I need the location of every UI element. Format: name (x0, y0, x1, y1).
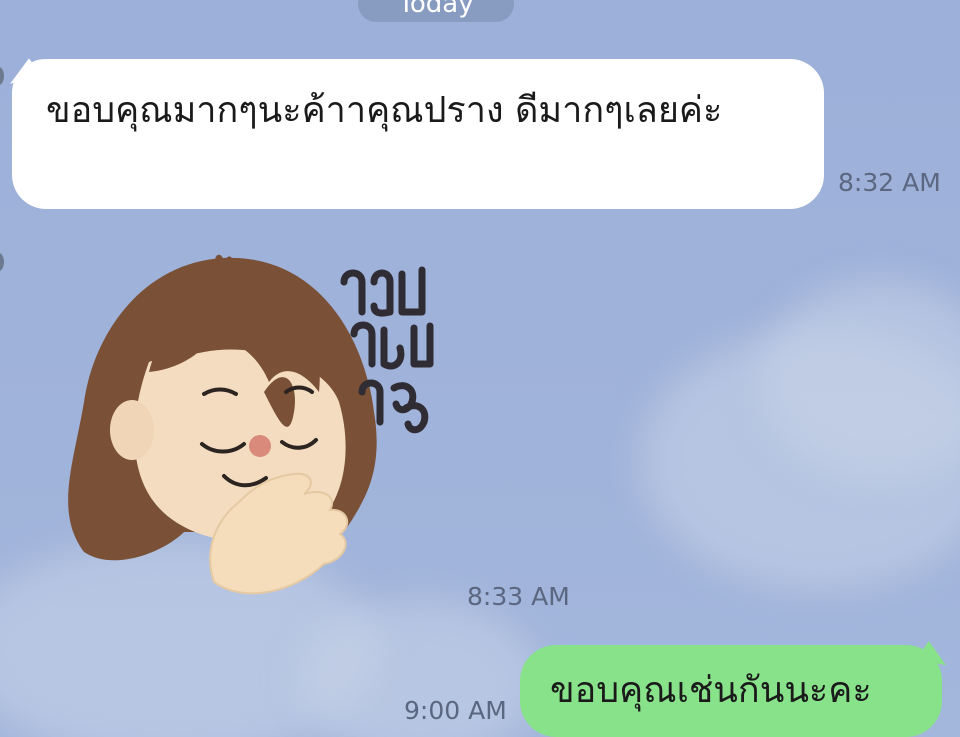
incoming-message-bubble[interactable]: ขอบคุณมากๆนะค้าาคุณปราง ดีมากๆเลยค่ะ (4, 58, 824, 209)
message-text: ขอบคุณมากๆนะค้าาคุณปราง ดีมากๆเลยค่ะ (46, 90, 723, 131)
message-timestamp: 9:00 AM (404, 696, 507, 725)
outgoing-message-bubble[interactable]: ขอบคุณเช่นกันนะคะ (520, 640, 952, 737)
message-timestamp: 8:32 AM (838, 168, 941, 197)
message-text: ขอบคุณเช่นกันนะคะ (550, 670, 872, 711)
message-timestamp: 8:33 AM (467, 582, 570, 611)
sticker-message[interactable] (54, 252, 474, 612)
date-separator: Today (358, 0, 514, 22)
girl-thank-you-sticker-icon (68, 254, 434, 595)
